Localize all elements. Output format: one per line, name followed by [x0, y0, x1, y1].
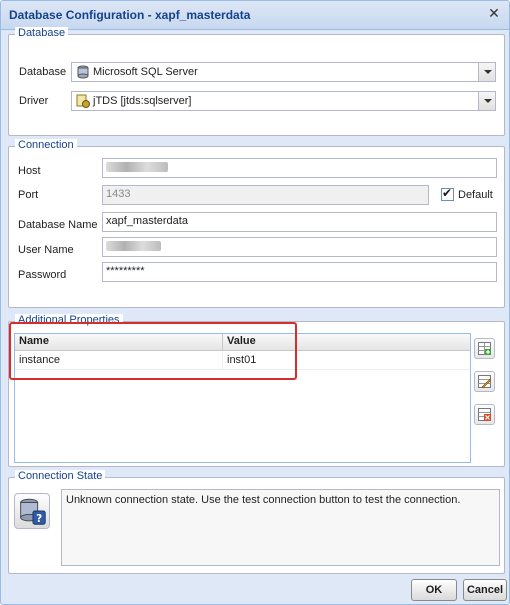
driver-icon — [76, 94, 90, 108]
svg-text:?: ? — [36, 513, 42, 525]
add-row-icon — [478, 342, 491, 355]
database-name-field[interactable]: xapf_masterdata — [102, 212, 497, 232]
delete-property-button[interactable] — [474, 404, 495, 425]
default-port-checkbox[interactable] — [441, 186, 454, 201]
row-separator — [222, 351, 223, 369]
header-separator — [222, 334, 223, 350]
connection-state-legend: Connection State — [15, 470, 106, 482]
database-question-icon: ? — [20, 498, 46, 525]
add-property-button[interactable] — [474, 338, 495, 359]
password-label: Password — [18, 269, 67, 281]
port-label: Port — [18, 189, 39, 201]
edit-property-button[interactable] — [474, 371, 495, 392]
connection-legend: Connection — [15, 139, 77, 151]
driver-combo[interactable]: jTDS [jtds:sqlserver] — [71, 91, 496, 111]
database-icon — [77, 65, 89, 79]
database-config-dialog: Database Configuration - xapf_masterdata… — [0, 0, 510, 605]
database-section: Database Database Microsoft SQL Server D… — [8, 27, 505, 136]
properties-grid: Name Value instance inst01 — [14, 333, 471, 463]
port-field[interactable]: 1433 — [102, 185, 429, 205]
connection-state-message: Unknown connection state. Use the test c… — [61, 489, 500, 566]
database-legend: Database — [15, 27, 69, 39]
ok-button[interactable]: OK — [411, 579, 457, 601]
database-combo[interactable]: Microsoft SQL Server — [71, 62, 496, 82]
password-field[interactable]: ********* — [102, 262, 497, 282]
database-label: Database — [19, 66, 67, 78]
database-unknown-icon: ? — [14, 493, 50, 529]
host-field[interactable] — [102, 158, 497, 178]
table-row[interactable]: instance inst01 — [15, 351, 470, 370]
grid-header: Name Value — [15, 334, 470, 351]
edit-row-icon — [478, 375, 491, 388]
user-name-label: User Name — [18, 244, 74, 256]
default-port-label: Default — [458, 189, 493, 201]
property-value-cell[interactable]: inst01 — [227, 354, 256, 366]
connection-section: Connection Host Port 1433 Default Databa… — [8, 139, 505, 308]
database-name-label: Database Name — [18, 219, 98, 231]
host-label: Host — [18, 165, 41, 177]
value-column-header[interactable]: Value — [227, 335, 256, 347]
database-value: Microsoft SQL Server — [93, 66, 198, 78]
driver-dropdown-trigger[interactable] — [478, 92, 495, 110]
property-name-cell[interactable]: instance — [19, 354, 60, 366]
close-icon[interactable]: ✕ — [487, 6, 501, 20]
driver-value: jTDS [jtds:sqlserver] — [93, 95, 192, 107]
additional-properties-legend: Additional Properties — [15, 314, 123, 326]
additional-properties-section: Additional Properties Name Value instanc… — [8, 314, 505, 467]
cancel-button[interactable]: Cancel — [463, 579, 507, 601]
name-column-header[interactable]: Name — [19, 335, 49, 347]
dialog-titlebar[interactable]: Database Configuration - xapf_masterdata… — [1, 1, 509, 30]
user-name-field[interactable] — [102, 237, 497, 257]
driver-label: Driver — [19, 95, 49, 107]
delete-row-icon — [478, 408, 491, 421]
user-name-redacted — [106, 241, 161, 251]
dialog-title: Database Configuration - xapf_masterdata — [9, 8, 251, 22]
connection-state-section: Connection State ? Unknown connection st… — [8, 470, 505, 574]
database-dropdown-trigger[interactable] — [478, 63, 495, 81]
host-redacted — [106, 162, 168, 172]
